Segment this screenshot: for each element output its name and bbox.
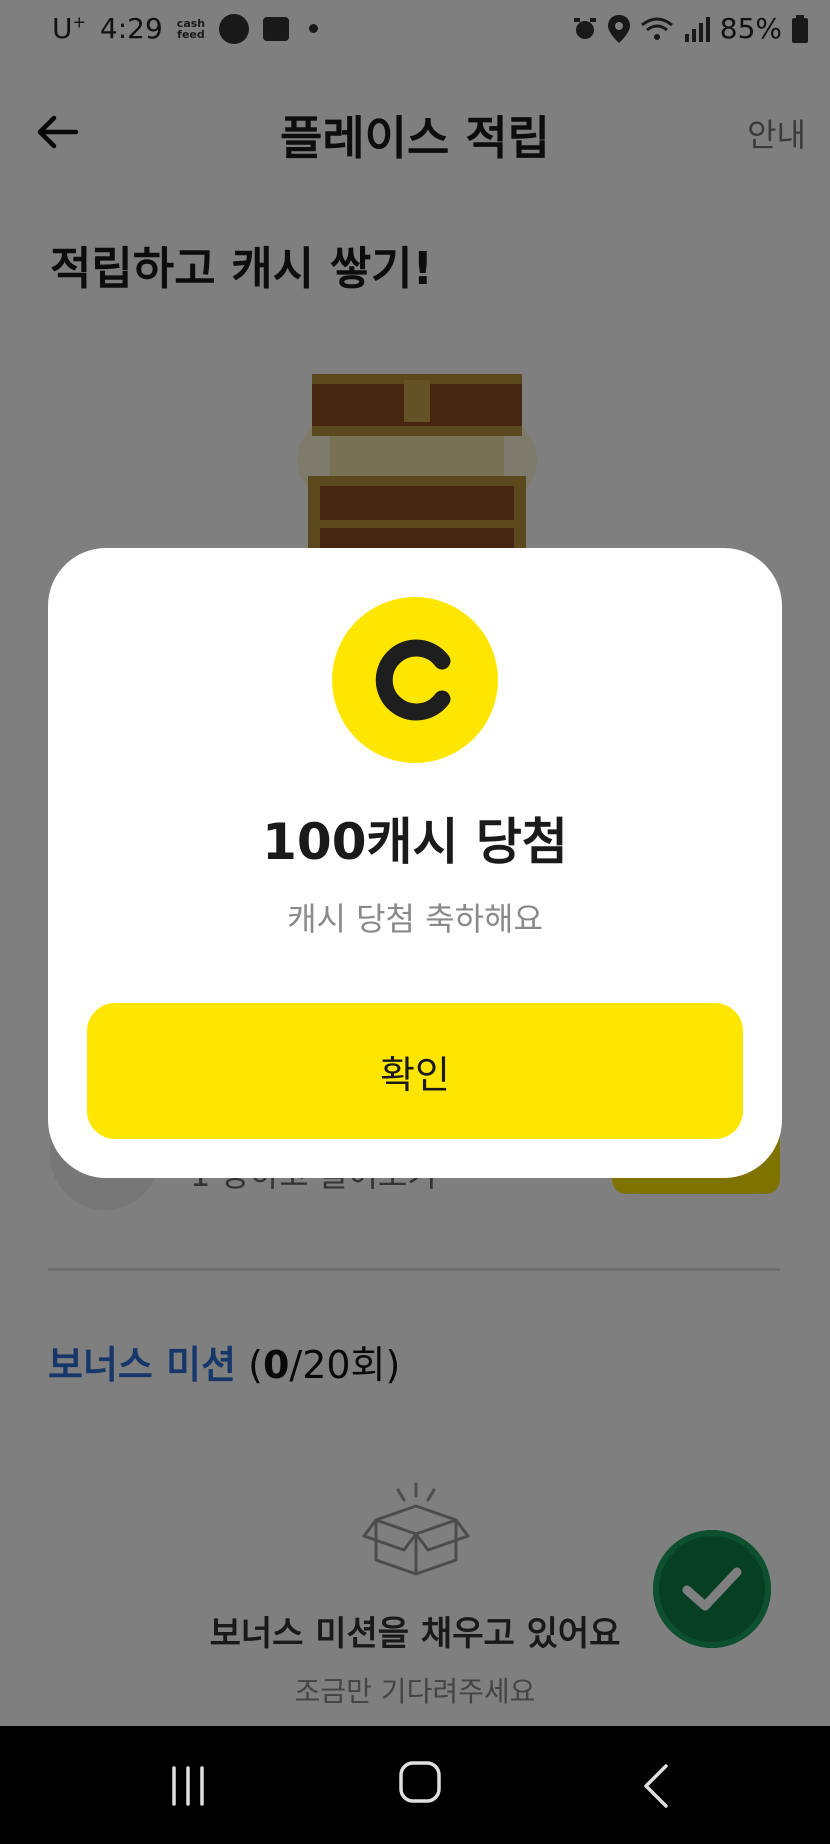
home-button[interactable]: [398, 1760, 442, 1804]
confirm-button[interactable]: 확인: [87, 1003, 743, 1139]
nav-back-button[interactable]: [636, 1762, 676, 1810]
cash-c-icon: [375, 639, 451, 721]
screen: U+ 4:29 cashfeed 85% 플레이스 적립 안내 적립하고 캐시 …: [0, 0, 830, 1726]
reward-modal: 100캐시 당첨 캐시 당첨 축하해요 확인: [48, 548, 782, 1178]
system-nav-bar: [0, 1726, 830, 1844]
cash-coin-icon: [332, 597, 498, 763]
modal-title: 100캐시 당첨: [262, 813, 568, 871]
recent-apps-button[interactable]: [168, 1766, 208, 1806]
modal-subtitle: 캐시 당첨 축하해요: [287, 900, 543, 938]
